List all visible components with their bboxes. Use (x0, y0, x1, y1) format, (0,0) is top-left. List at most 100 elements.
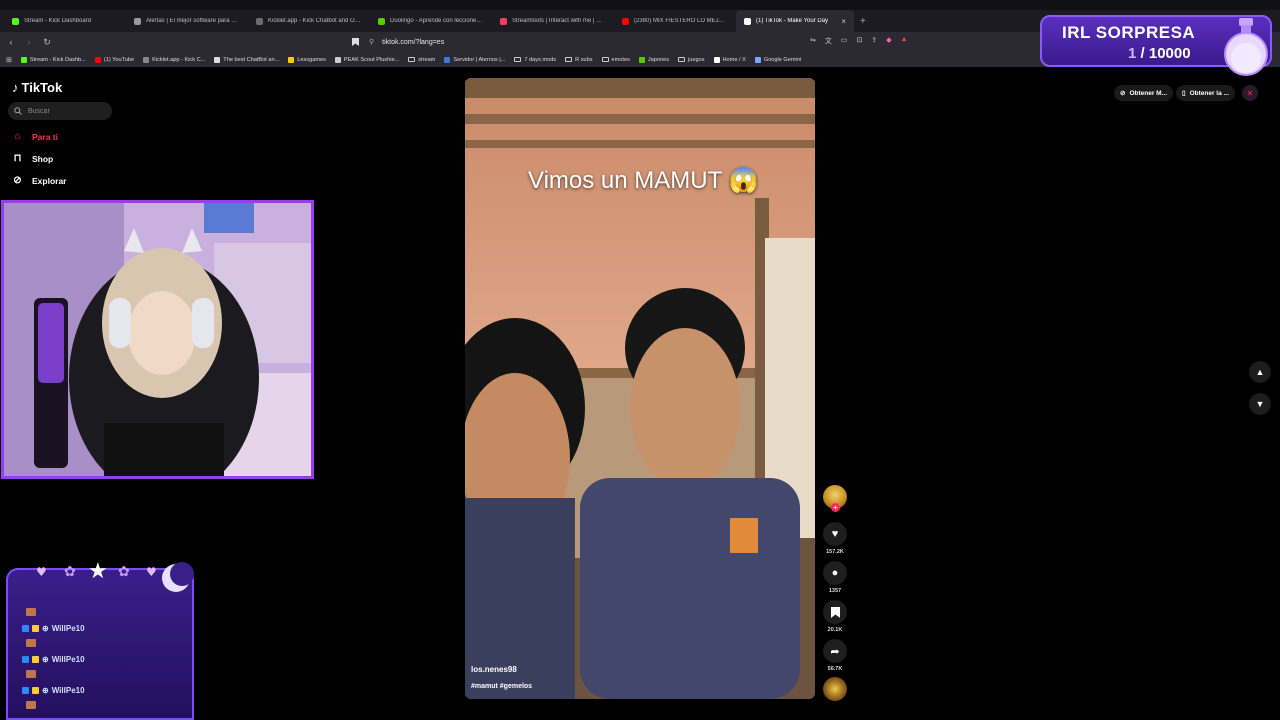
previous-video-button[interactable]: ▲ (1249, 361, 1271, 383)
folder-icon (408, 57, 416, 62)
bookmark-item[interactable]: Lessgames (288, 56, 326, 63)
bookmark-label: Lessgames (297, 56, 326, 63)
chevron-up-icon: ▲ (1255, 367, 1265, 377)
bookmark-item[interactable]: Kicklet.app - Kick C... (143, 56, 206, 63)
tab-title: Duolingo - Aprende con lecciones de idio… (390, 18, 484, 24)
back-icon[interactable]: ‹ (4, 37, 18, 47)
chat-decoration-icon: ♥ ✿ ★ ✿ ♥ (36, 559, 194, 592)
compass-icon: ⊘ (13, 175, 22, 186)
folder-icon (601, 57, 609, 62)
reload-icon[interactable]: ↻ (40, 37, 54, 48)
chat-badge-icon (32, 625, 39, 632)
browser-tab[interactable]: Stream - Kick Dashboard (4, 10, 126, 32)
phone-icon: ▯ (1182, 90, 1186, 97)
button-label: Obtener M... (1129, 89, 1168, 97)
bookmark-item[interactable]: Google Gemini (754, 56, 802, 63)
tiktok-favicon-icon (744, 17, 751, 25)
reader-icon[interactable]: ⇋ (810, 36, 816, 46)
chat-user-icon: ⊕ (42, 624, 49, 633)
profile-avatar[interactable]: ✕ (1242, 85, 1258, 101)
svg-text:♥: ♥ (36, 565, 47, 579)
new-tab-icon[interactable]: + (854, 16, 872, 27)
share-button[interactable]: ➦ (823, 639, 847, 663)
download-icon: ⊘ (1120, 90, 1126, 97)
alert-icon[interactable]: ▲ (901, 36, 908, 46)
bookmark-item[interactable]: Servidor | Aternos |... (444, 56, 506, 63)
tiktok-logo[interactable]: ♪ TikTok (12, 80, 62, 95)
bookmark-label: emotes (611, 56, 630, 63)
bookmark-item[interactable]: R subs (565, 57, 593, 63)
nav-item-para-ti[interactable]: ⌂ Para ti (12, 131, 58, 142)
bookmark-item[interactable]: The best ChatBot an... (214, 56, 279, 63)
bookmark-item[interactable]: Japones (638, 56, 670, 63)
bookmark-favicon-icon (444, 56, 451, 63)
tab-favicon-icon (12, 17, 19, 25)
potion-icon (1224, 18, 1268, 76)
bookmark-favicon-icon (713, 56, 720, 63)
next-video-button[interactable]: ▼ (1249, 393, 1271, 415)
folder-icon (565, 57, 573, 62)
video-hashtags[interactable]: #mamut #gemelos (471, 683, 532, 690)
share-icon[interactable]: ⇪ (871, 36, 877, 46)
tab-title: Stream - Kick Dashboard (24, 18, 92, 24)
svg-text:★: ★ (88, 559, 108, 584)
tab-title: (2380) MIX FIESTERO LO MEJOR 2025 (634, 18, 728, 24)
video-author[interactable]: los.nenes98 (471, 665, 517, 674)
music-disc-icon[interactable] (823, 677, 847, 701)
bookmark-item[interactable]: stream (408, 57, 435, 63)
like-button[interactable]: ♥ (823, 522, 847, 546)
bookmark-item[interactable]: PEAK Scout Plushie... (334, 56, 400, 63)
url-text: tiktok.com/?lang=es (382, 38, 445, 46)
streamer-webcam-image (4, 203, 311, 476)
overlay-progress: 1 / 10000 (1128, 45, 1191, 62)
browser-tab[interactable]: Alertas | El mejor software para potenci… (126, 10, 248, 32)
bookmark-icon[interactable] (352, 38, 359, 46)
nav-label: Para ti (32, 131, 58, 142)
heart-icon: ♥ (831, 528, 839, 540)
bookmark-label: Google Gemini (763, 56, 802, 63)
forward-icon[interactable]: › (22, 37, 36, 47)
nav-item-explorar[interactable]: ⊘ Explorar (12, 175, 66, 186)
chat-message: ⊕ WillPe10 (22, 655, 85, 664)
bookmark-favicon-icon (288, 56, 295, 63)
chat-username: WillPe10 (51, 655, 85, 664)
comment-button[interactable]: ● (823, 561, 847, 585)
browser-tab[interactable]: Kicklet.app - Kick Chatbot and Overlays (248, 10, 370, 32)
bookmark-label: juegos (688, 56, 705, 63)
browser-tab[interactable]: Streamloots | Interact with me | Bailg (492, 10, 614, 32)
get-mobile-app-button[interactable]: ▯ Obtener la ... (1176, 85, 1235, 101)
get-app-button[interactable]: ⊘ Obtener M... (1114, 85, 1174, 101)
bookmark-label: Servidor | Aternos |... (453, 56, 506, 63)
bookmark-item[interactable]: Home / X (713, 56, 746, 63)
close-tab-icon[interactable]: × (841, 17, 846, 26)
follow-plus-icon[interactable]: + (831, 503, 840, 512)
tiktok-note-icon: ♪ (12, 80, 19, 95)
save-button[interactable] (823, 600, 847, 624)
bookmark-favicon-icon (94, 56, 101, 63)
browser-tab[interactable]: Duolingo - Aprende con lecciones de idio… (370, 10, 492, 32)
comment-icon: ● (831, 567, 839, 579)
apps-grid-icon[interactable]: ⊞ (6, 56, 12, 64)
bookmark-item[interactable]: juegos (678, 56, 705, 63)
cast-icon[interactable]: ▭ (841, 36, 848, 46)
bookmark-item[interactable]: emotes (601, 56, 630, 63)
bookmark-item[interactable]: Stream - Kick Dashb... (20, 56, 86, 63)
site-info-icon[interactable]: ⚲ (369, 38, 374, 46)
overlay-separator: / (1140, 45, 1145, 62)
browser-tab[interactable]: (2380) MIX FIESTERO LO MEJOR 2025 (614, 10, 736, 32)
bookmark-label: PEAK Scout Plushie... (343, 56, 400, 63)
save-count: 20.1K (827, 627, 843, 633)
extension-icon[interactable]: ◆ (886, 36, 891, 46)
translate-icon[interactable]: 文 (825, 36, 832, 46)
search-input[interactable]: Buscar (8, 102, 112, 120)
bookmark-item[interactable]: 7 days mods (514, 57, 556, 63)
screenshot-icon[interactable]: ⊡ (857, 36, 863, 46)
browser-tab-active[interactable]: (1) TikTok - Make Your Day × (736, 10, 854, 32)
bookmark-item[interactable]: (1) YouTube (94, 56, 134, 63)
bookmark-label: Japones (647, 56, 670, 63)
tiktok-wordmark: TikTok (21, 80, 63, 95)
chat-emote (26, 608, 36, 616)
comment-count: 1357 (828, 588, 842, 594)
bookmark-label: Kicklet.app - Kick C... (152, 56, 206, 63)
nav-item-shop[interactable]: ⊓ Shop (12, 153, 54, 164)
